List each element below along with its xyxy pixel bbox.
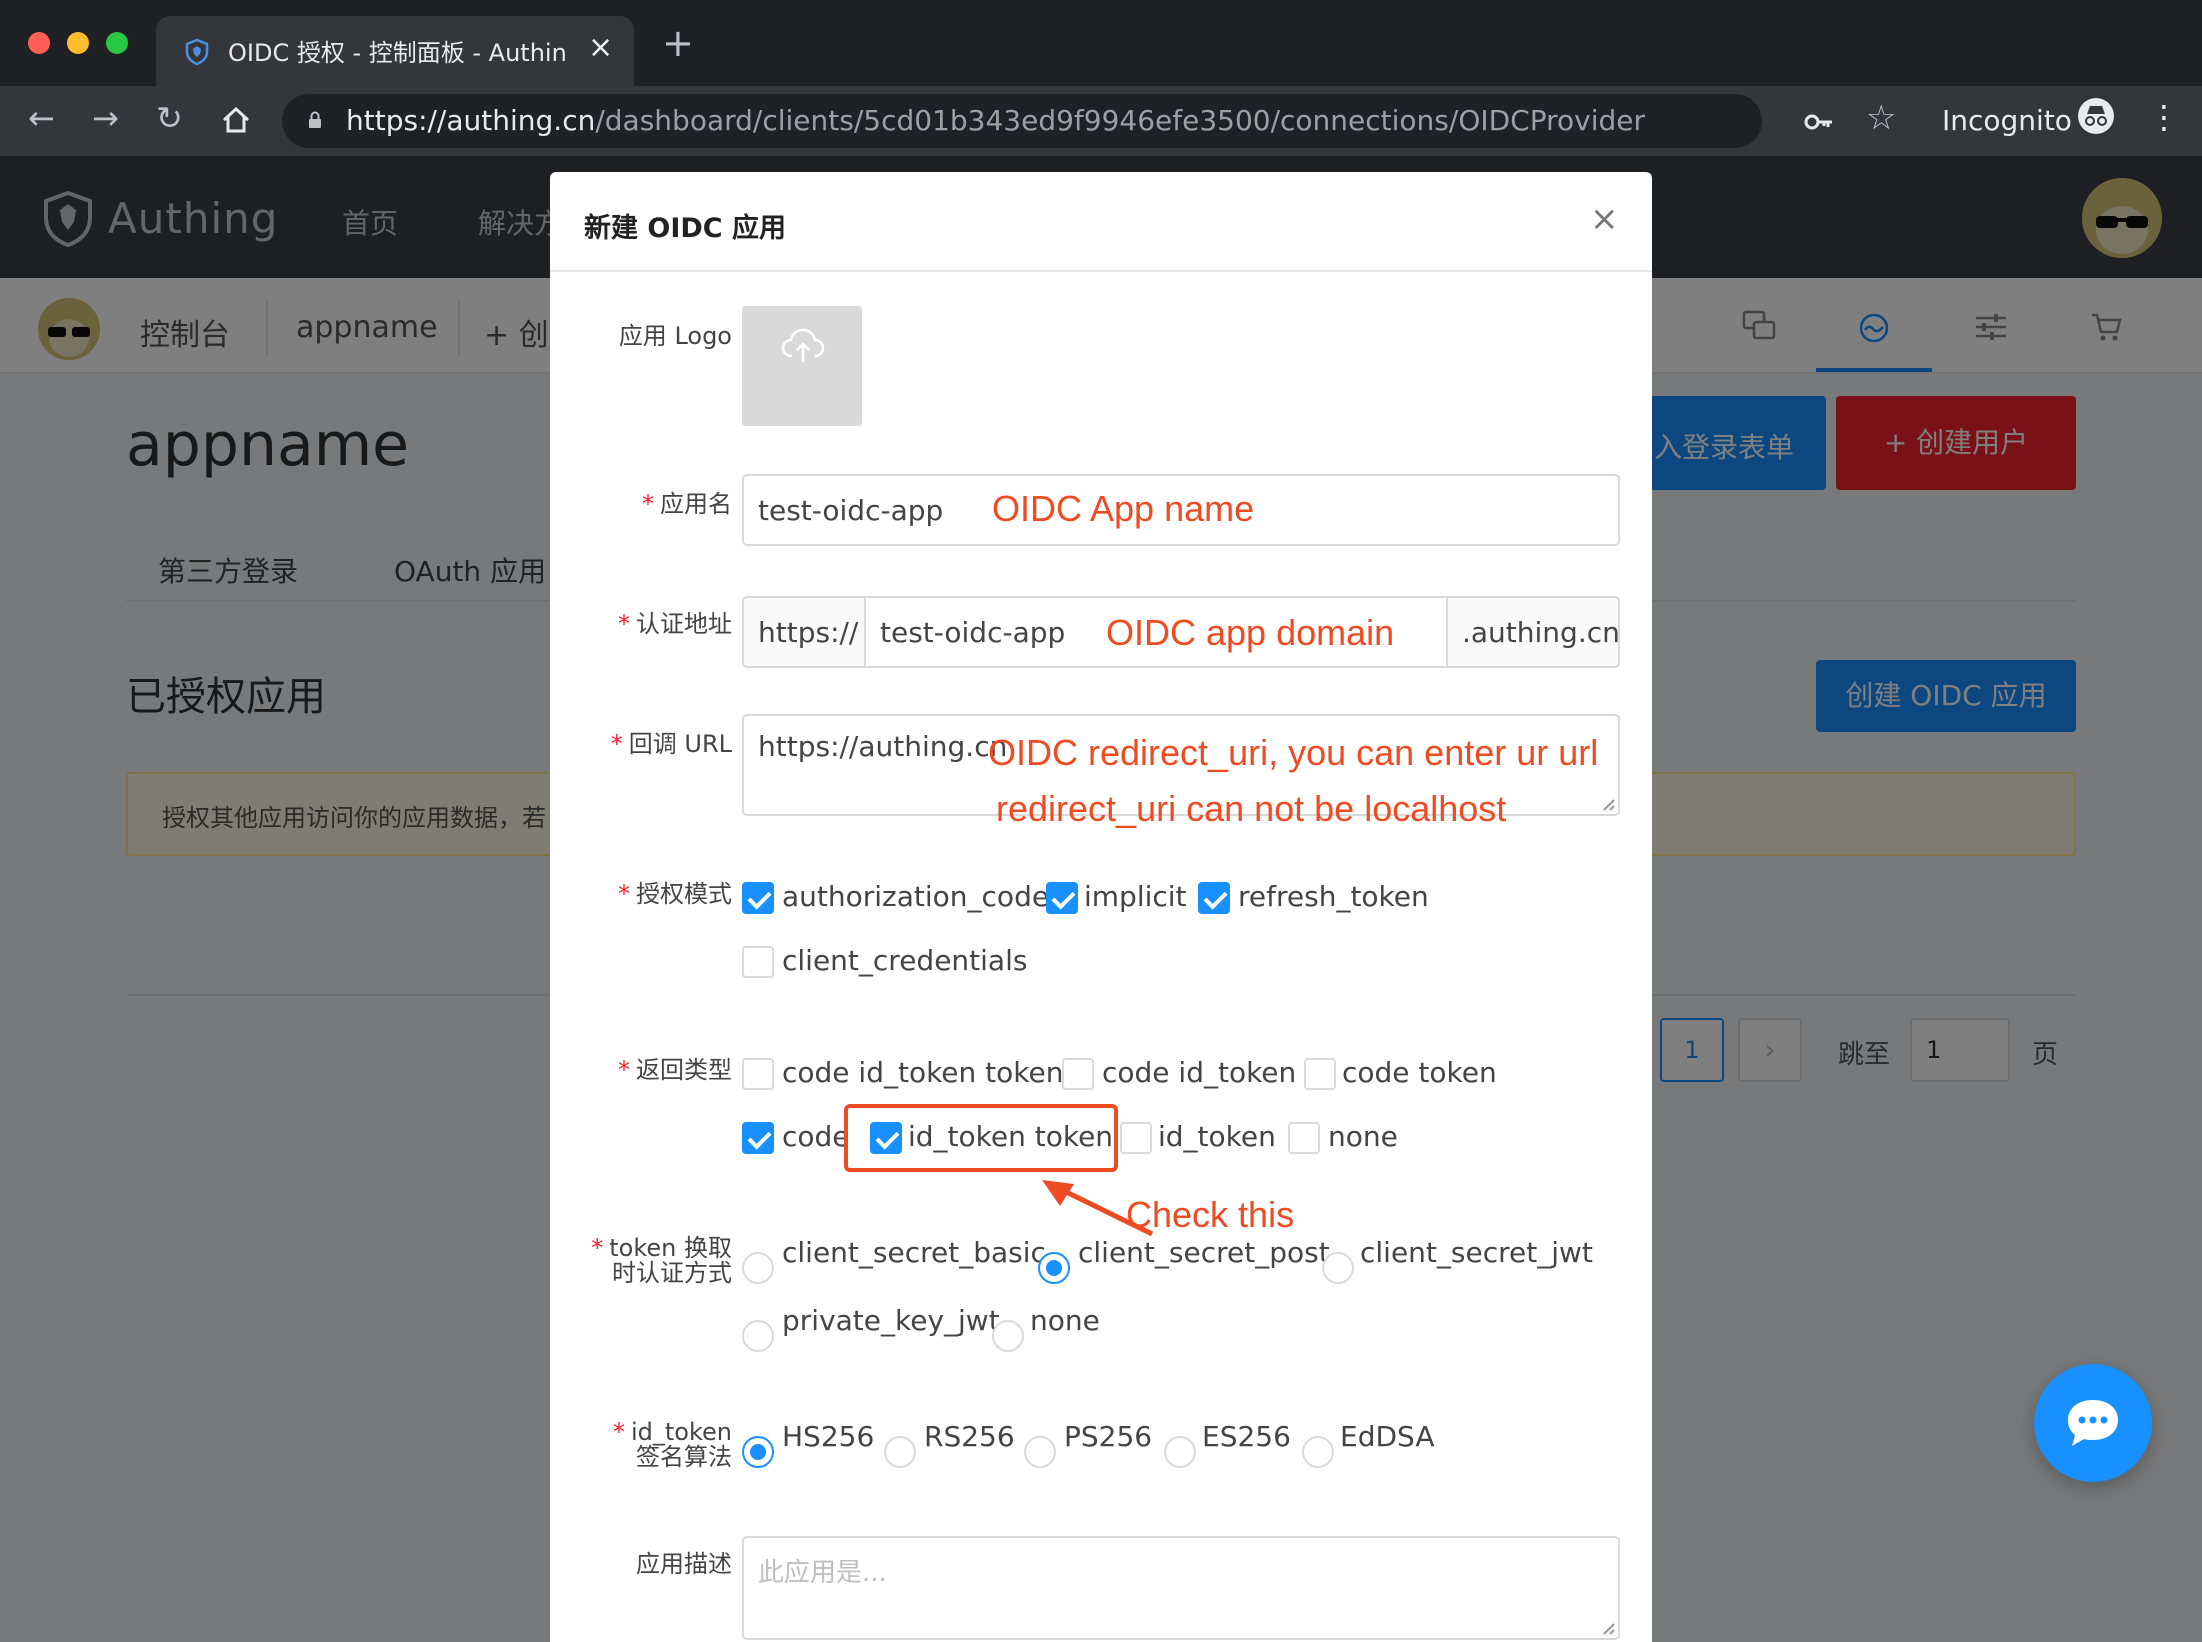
maximize-window-button[interactable] <box>106 32 128 54</box>
close-window-button[interactable] <box>28 32 50 54</box>
annotation-highlight-box <box>844 1104 1118 1172</box>
grant-refresh-token-label: refresh_token <box>1238 880 1429 913</box>
bookmark-star-icon[interactable]: ☆ <box>1866 98 1896 138</box>
grant-implicit-checkbox[interactable] <box>1046 882 1078 914</box>
grant-authorization-code-checkbox[interactable] <box>742 882 774 914</box>
new-tab-button[interactable]: + <box>662 24 694 62</box>
lock-icon <box>309 111 321 128</box>
incognito-label: Incognito <box>1942 104 2072 137</box>
auth-none-label: none <box>1030 1304 1100 1337</box>
tab-close-icon[interactable]: × <box>588 30 613 65</box>
modal-title: 新建 OIDC 应用 <box>584 213 787 244</box>
response-type-label: * 返回类型 <box>618 1056 732 1084</box>
response-code-id-token-token-label: code id_token token <box>782 1056 1064 1089</box>
annotation-redirect-uri: OIDC redirect_uri, you can enter ur url <box>988 732 1599 773</box>
alg-rs256-label: RS256 <box>924 1420 1015 1453</box>
annotation-check-this: Check this <box>1126 1194 1295 1235</box>
modal-header: 新建 OIDC 应用 × <box>550 172 1652 272</box>
response-code-checkbox[interactable] <box>742 1122 774 1154</box>
logo-label: 应用 Logo <box>618 322 732 350</box>
response-code-id-token-token-checkbox[interactable] <box>742 1058 774 1090</box>
alg-rs256-radio[interactable] <box>884 1436 916 1468</box>
authing-favicon-icon <box>185 38 209 66</box>
response-id-token-label: id_token <box>1158 1120 1276 1153</box>
response-id-token-checkbox[interactable] <box>1120 1122 1152 1154</box>
browser-toolbar: ← → ↻ https://authing.cn/dashboard/clien… <box>0 86 2202 156</box>
description-label: 应用描述 <box>636 1550 732 1578</box>
response-code-id-token-label: code id_token <box>1102 1056 1297 1089</box>
forward-arrow-icon[interactable]: → <box>92 102 119 134</box>
domain-suffix: .authing.cn <box>1462 616 1620 649</box>
browser-menu-icon[interactable]: ⋮ <box>2148 98 2180 136</box>
grant-client-credentials-checkbox[interactable] <box>742 946 774 978</box>
response-code-id-token-checkbox[interactable] <box>1062 1058 1094 1090</box>
resize-handle-icon[interactable] <box>1600 796 1616 812</box>
auth-client-secret-post-radio[interactable] <box>1038 1252 1070 1284</box>
grant-refresh-token-checkbox[interactable] <box>1198 882 1230 914</box>
description-textarea[interactable]: 此应用是... <box>742 1536 1620 1640</box>
incognito-icon[interactable] <box>2078 98 2114 134</box>
tab-title: OIDC 授权 - 控制面板 - Authing <box>228 39 568 67</box>
alg-hs256-label: HS256 <box>782 1420 875 1453</box>
close-icon[interactable]: × <box>1590 202 1619 236</box>
grant-authorization-code-label: authorization_code <box>782 880 1050 913</box>
response-none-label: none <box>1328 1120 1398 1153</box>
cloud-upload-icon <box>781 328 825 362</box>
alg-eddsa-radio[interactable] <box>1302 1436 1334 1468</box>
domain-label: * 认证地址 <box>618 610 732 638</box>
signing-algorithm-label: * id_token 签名算法 <box>612 1418 732 1472</box>
grant-client-credentials-label: client_credentials <box>782 944 1028 977</box>
address-bar[interactable]: https://authing.cn/dashboard/clients/5cd… <box>282 94 1832 148</box>
create-oidc-app-modal: 新建 OIDC 应用 × 应用 Logo * 应用名 test-oidc-app … <box>550 172 1652 1642</box>
url-text: https://authing.cn/dashboard/clients/5cd… <box>346 104 1646 137</box>
alg-ps256-radio[interactable] <box>1024 1436 1056 1468</box>
auth-private-key-jwt-label: private_key_jwt <box>782 1304 1000 1337</box>
alg-es256-label: ES256 <box>1202 1420 1291 1453</box>
response-none-checkbox[interactable] <box>1288 1122 1320 1154</box>
auth-none-radio[interactable] <box>992 1320 1024 1352</box>
domain-prefix: https:// <box>758 616 859 649</box>
annotation-app-name: OIDC App name <box>992 488 1255 529</box>
logo-upload[interactable] <box>742 306 862 426</box>
chat-support-button[interactable] <box>2034 1364 2152 1482</box>
reload-icon[interactable]: ↻ <box>156 102 183 134</box>
annotation-app-domain: OIDC app domain <box>1106 612 1395 653</box>
annotation-no-localhost: redirect_uri can not be localhost <box>996 788 1507 829</box>
response-code-label: code <box>782 1120 850 1153</box>
auth-client-secret-jwt-label: client_secret_jwt <box>1360 1236 1593 1269</box>
chat-bubble-icon <box>2068 1400 2118 1446</box>
auth-client-secret-basic-label: client_secret_basic <box>782 1236 1046 1269</box>
response-code-token-checkbox[interactable] <box>1304 1058 1336 1090</box>
auth-client-secret-basic-radio[interactable] <box>742 1252 774 1284</box>
app-name-label: * 应用名 <box>642 490 732 518</box>
response-code-token-label: code token <box>1342 1056 1497 1089</box>
alg-ps256-label: PS256 <box>1064 1420 1153 1453</box>
auth-client-secret-jwt-radio[interactable] <box>1322 1252 1354 1284</box>
grant-type-label: * 授权模式 <box>618 880 732 908</box>
alg-hs256-radio[interactable] <box>742 1436 774 1468</box>
back-arrow-icon[interactable]: ← <box>28 102 55 134</box>
resize-handle-icon[interactable] <box>1600 1620 1616 1636</box>
browser-tab-strip: OIDC 授权 - 控制面板 - Authing × + <box>0 0 2202 86</box>
alg-eddsa-label: EdDSA <box>1340 1420 1435 1453</box>
grant-implicit-label: implicit <box>1084 880 1187 913</box>
auth-client-secret-post-label: client_secret_post <box>1078 1236 1330 1269</box>
home-icon[interactable] <box>220 104 252 136</box>
token-auth-label: * token 换取 时认证方式 <box>591 1234 732 1288</box>
browser-tab[interactable]: OIDC 授权 - 控制面板 - Authing × <box>156 16 634 86</box>
minimize-window-button[interactable] <box>67 32 89 54</box>
alg-es256-radio[interactable] <box>1164 1436 1196 1468</box>
auth-private-key-jwt-radio[interactable] <box>742 1320 774 1352</box>
redirect-url-label: * 回调 URL <box>610 730 732 758</box>
key-icon[interactable] <box>1804 112 1834 132</box>
